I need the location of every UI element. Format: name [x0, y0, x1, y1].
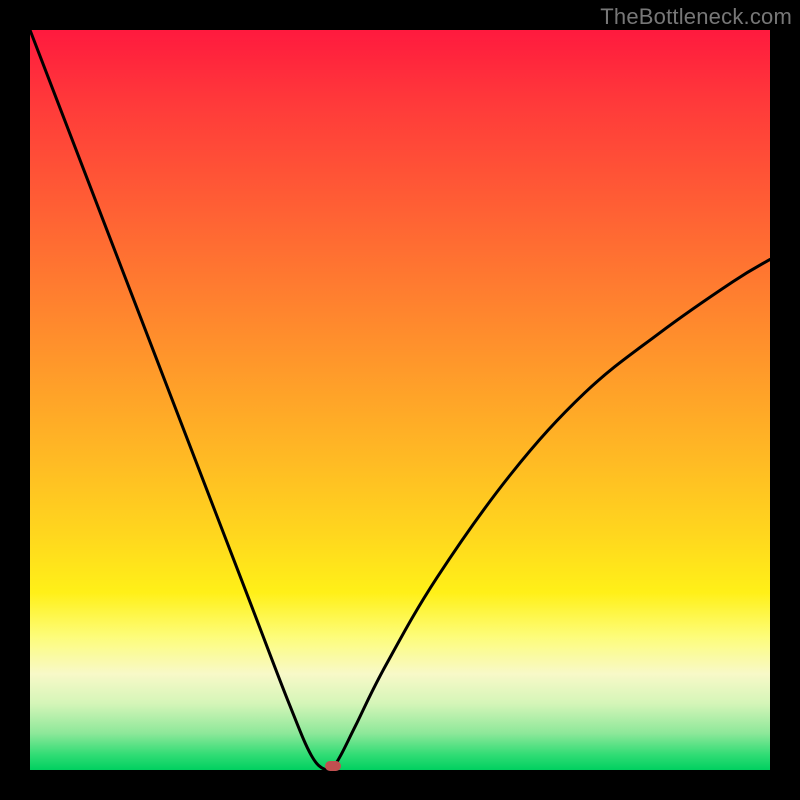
bottleneck-curve	[30, 30, 770, 770]
watermark-text: TheBottleneck.com	[600, 4, 792, 30]
bottleneck-marker	[325, 761, 341, 771]
chart-frame: TheBottleneck.com	[0, 0, 800, 800]
plot-area	[30, 30, 770, 770]
